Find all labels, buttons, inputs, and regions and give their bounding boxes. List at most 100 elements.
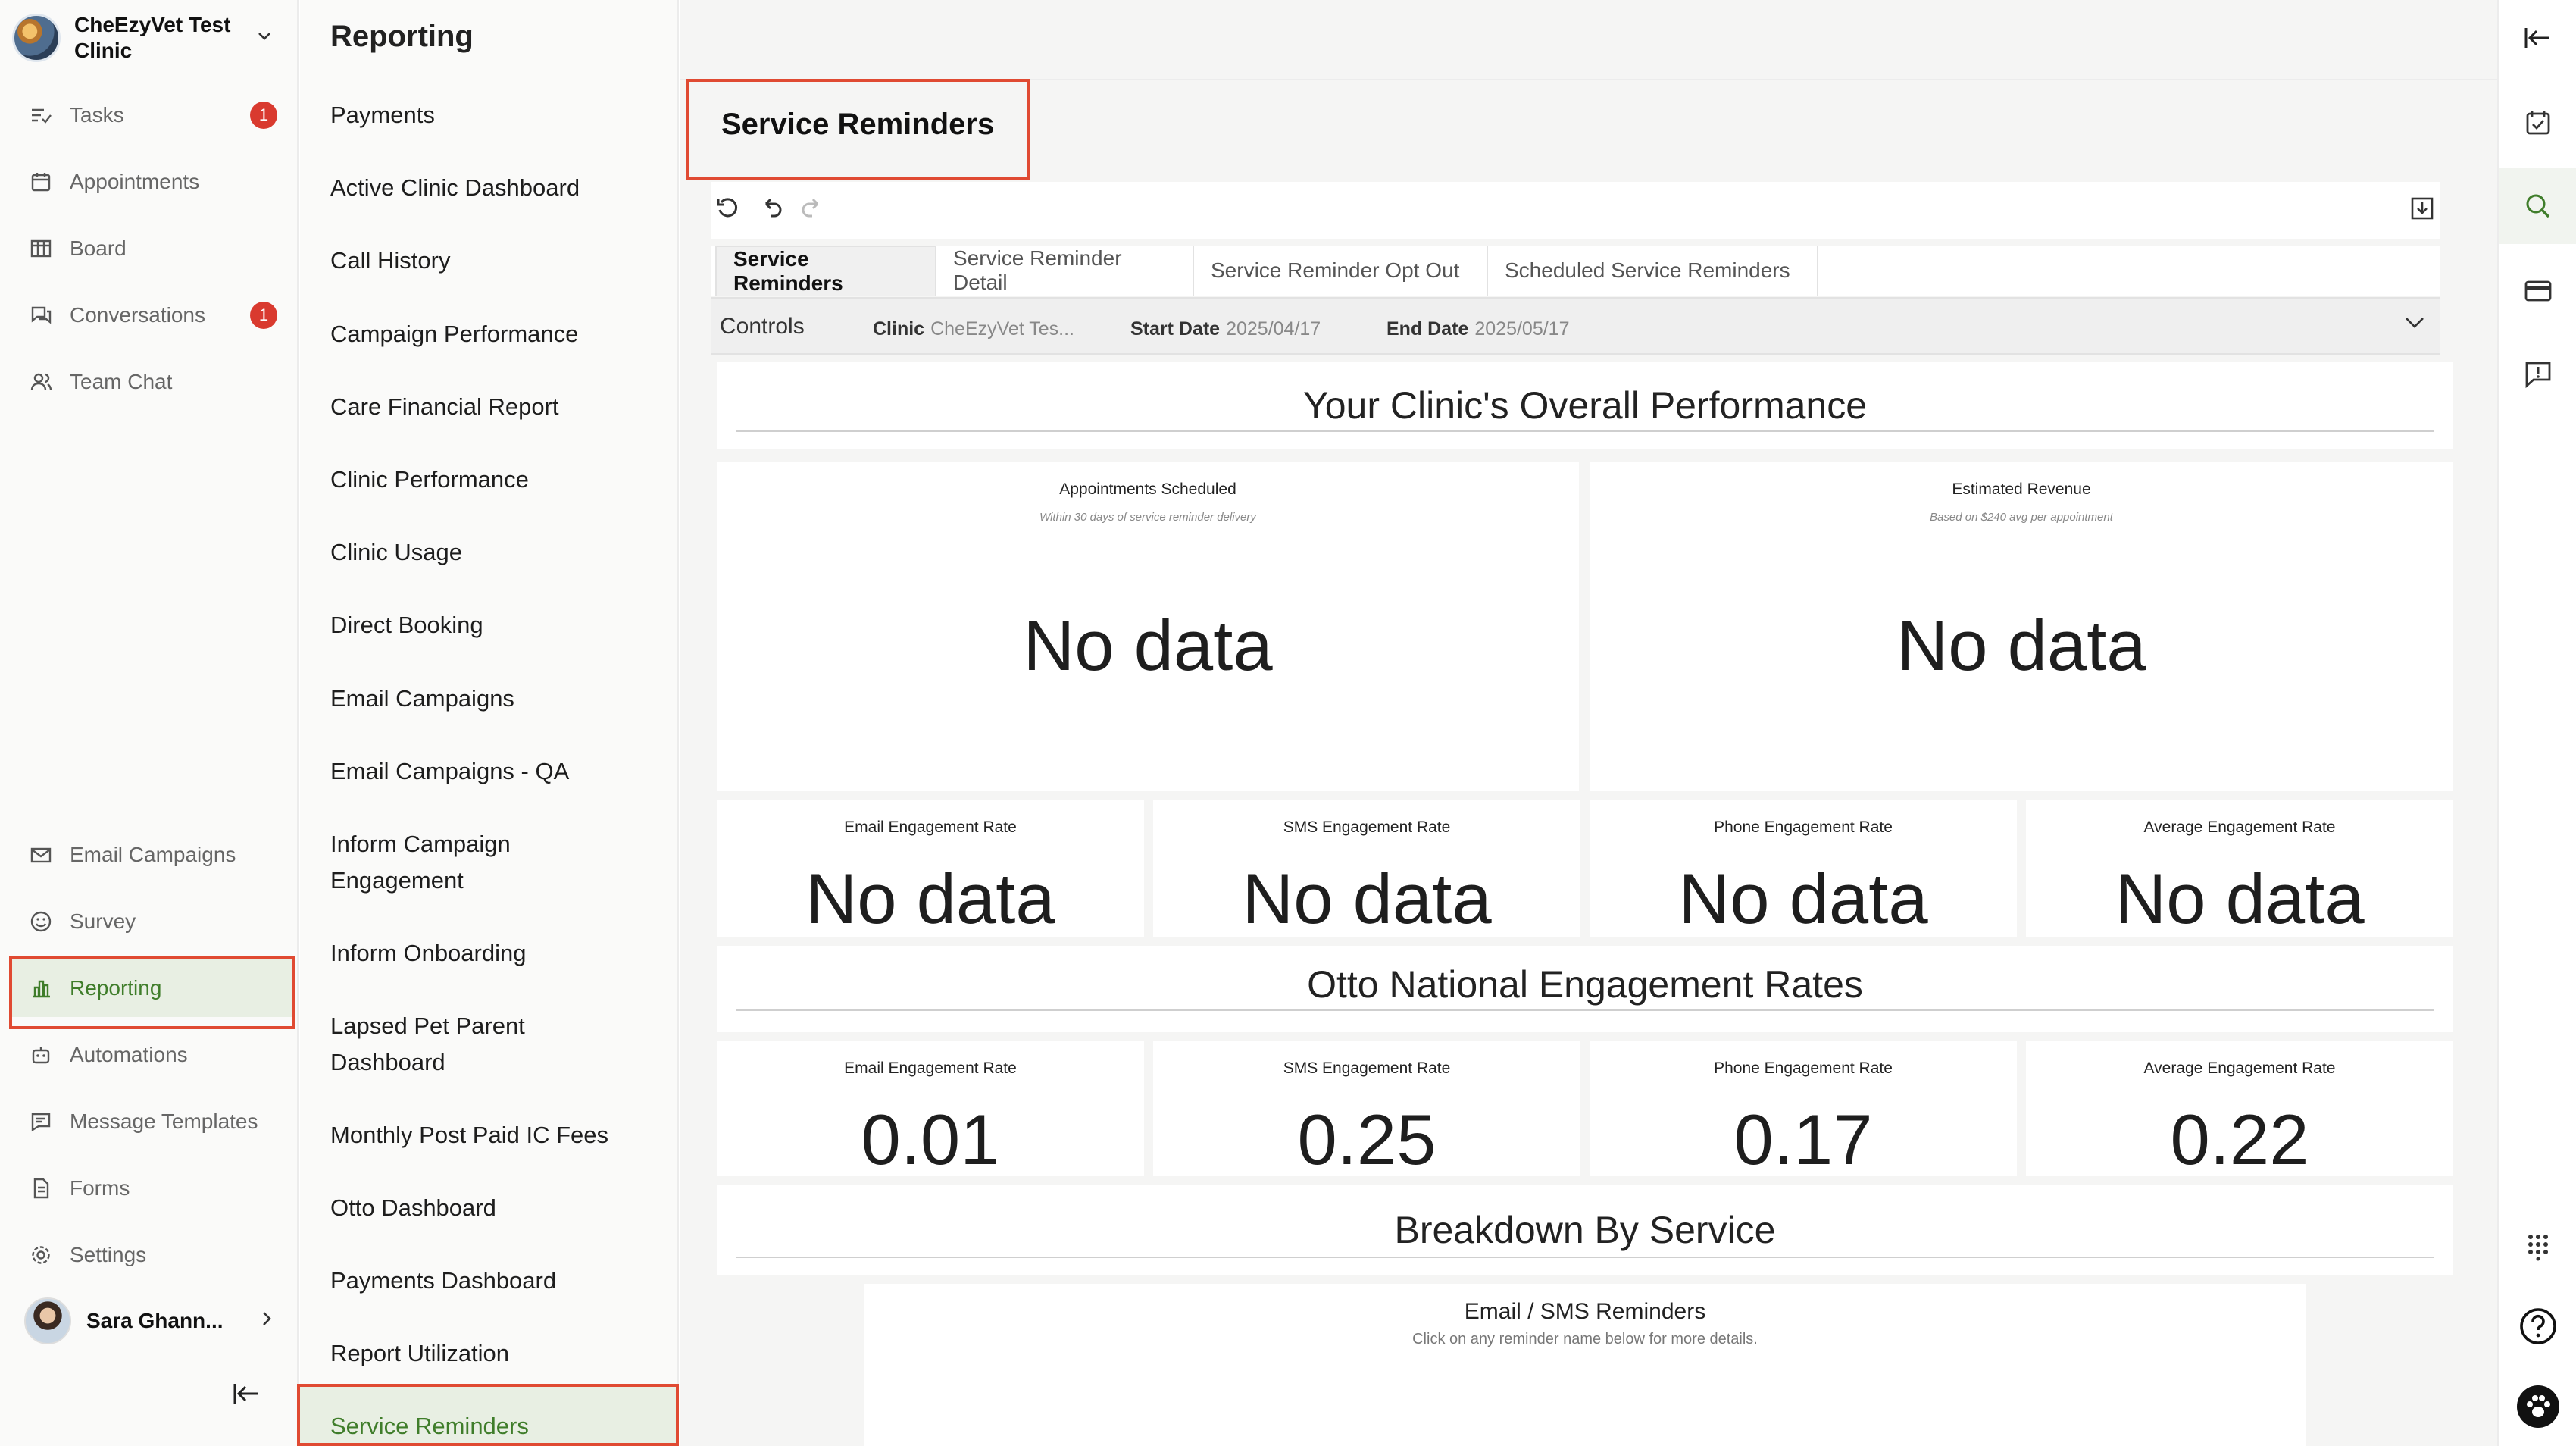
email-sms-reminders-card: Email / SMS Reminders Click on any remin… bbox=[864, 1284, 2306, 1446]
card-label: Average Engagement Rate bbox=[2143, 1059, 2336, 1077]
end-date-filter[interactable]: End Date 2025/05/17 bbox=[1386, 318, 1569, 340]
title-highlight-box bbox=[686, 79, 1030, 180]
divider bbox=[736, 1009, 2434, 1011]
card-title: Email / SMS Reminders bbox=[1464, 1299, 1706, 1324]
report-tabs: Service Reminders Service Reminder Detai… bbox=[711, 246, 2440, 296]
refresh-icon[interactable] bbox=[715, 196, 741, 228]
nav-item-team-chat[interactable]: Team Chat bbox=[12, 353, 292, 411]
report-item[interactable]: Inform Onboarding bbox=[330, 935, 664, 972]
chevron-down-icon[interactable] bbox=[2402, 309, 2428, 342]
filter-label: Start Date bbox=[1130, 318, 1221, 340]
overall-performance-section: Your Clinic's Overall Performance bbox=[717, 362, 2453, 449]
tab-service-reminders[interactable]: Service Reminders bbox=[715, 246, 936, 296]
card-value: 0.17 bbox=[1733, 1100, 1873, 1179]
card-value: No data bbox=[1678, 859, 1928, 938]
card-label: SMS Engagement Rate bbox=[1283, 818, 1451, 836]
report-view: Service Reminders Service Reminders Serv… bbox=[680, 0, 2497, 1446]
report-item[interactable]: Monthly Post Paid IC Fees bbox=[330, 1117, 664, 1153]
mail-icon bbox=[26, 840, 56, 870]
clinic-email-rate-card: Email Engagement Rate No data bbox=[717, 800, 1144, 938]
nav-item-settings[interactable]: Settings bbox=[12, 1226, 292, 1284]
report-item[interactable]: Email Campaigns - QA bbox=[330, 753, 664, 790]
report-item[interactable]: Inform Campaign Engagement bbox=[330, 826, 558, 899]
nav-label: Forms bbox=[70, 1176, 130, 1200]
user-profile[interactable]: Sara Ghann... bbox=[24, 1296, 274, 1346]
user-name: Sara Ghann... bbox=[86, 1309, 224, 1332]
report-item[interactable]: Care Financial Report bbox=[330, 389, 664, 425]
report-item[interactable]: Campaign Performance bbox=[330, 316, 664, 352]
undo-icon[interactable] bbox=[758, 196, 783, 228]
dialpad-icon[interactable] bbox=[2499, 1208, 2576, 1284]
report-item[interactable]: Email Campaigns bbox=[330, 681, 664, 717]
card-label: Appointments Scheduled bbox=[1059, 480, 1236, 498]
report-item[interactable]: Active Clinic Dashboard bbox=[330, 170, 664, 206]
report-item[interactable]: Call History bbox=[330, 243, 664, 279]
estimated-revenue-card: Estimated Revenue Based on $240 avg per … bbox=[1590, 462, 2453, 791]
card-subtitle: Click on any reminder name below for mor… bbox=[1412, 1331, 1758, 1347]
nav-label: Appointments bbox=[70, 170, 200, 193]
nav-item-email-campaigns[interactable]: Email Campaigns bbox=[12, 826, 292, 884]
task-check-icon[interactable] bbox=[2499, 85, 2576, 161]
reports-panel: Reporting Payments Active Clinic Dashboa… bbox=[297, 0, 679, 1446]
redo-icon[interactable] bbox=[800, 196, 826, 228]
selected-report-highlight-box bbox=[297, 1384, 679, 1446]
feedback-icon[interactable] bbox=[2499, 336, 2576, 412]
document-icon bbox=[26, 1173, 56, 1203]
nav-label: Survey bbox=[70, 909, 136, 933]
controls-bar[interactable]: Controls Clinic CheEzyVet Tes... Start Da… bbox=[711, 297, 2440, 355]
card-value: 0.01 bbox=[861, 1100, 1000, 1179]
chat-icon bbox=[26, 300, 56, 330]
search-icon[interactable] bbox=[2499, 168, 2576, 244]
nav-item-conversations[interactable]: Conversations 1 bbox=[12, 286, 292, 344]
nav-item-tasks[interactable]: Tasks 1 bbox=[12, 86, 292, 144]
paw-icon[interactable] bbox=[2499, 1369, 2576, 1444]
tab-service-reminder-opt-out[interactable]: Service Reminder Opt Out bbox=[1194, 246, 1488, 296]
start-date-filter[interactable]: Start Date 2025/04/17 bbox=[1130, 318, 1321, 340]
nav-item-appointments[interactable]: Appointments bbox=[12, 153, 292, 211]
nav-item-forms[interactable]: Forms bbox=[12, 1160, 292, 1217]
payment-card-icon[interactable] bbox=[2499, 253, 2576, 329]
chevron-right-icon bbox=[259, 1308, 274, 1334]
section-title: Otto National Engagement Rates bbox=[1307, 963, 1863, 1006]
card-value: No data bbox=[805, 859, 1055, 938]
report-item[interactable]: Clinic Performance bbox=[330, 462, 664, 498]
controls-label: Controls bbox=[720, 314, 805, 339]
nav-item-board[interactable]: Board bbox=[12, 220, 292, 277]
card-value: No data bbox=[1242, 859, 1492, 938]
report-item[interactable]: Report Utilization bbox=[330, 1335, 664, 1372]
card-value: No data bbox=[1896, 606, 2146, 685]
tab-scheduled-service-reminders[interactable]: Scheduled Service Reminders bbox=[1488, 246, 1818, 296]
help-icon[interactable] bbox=[2499, 1288, 2576, 1364]
national-rates-section: Otto National Engagement Rates bbox=[717, 946, 2453, 1032]
filter-label: Clinic bbox=[873, 318, 925, 340]
nav-label: Settings bbox=[70, 1243, 147, 1266]
card-label: SMS Engagement Rate bbox=[1283, 1059, 1451, 1077]
report-item[interactable]: Payments bbox=[330, 97, 664, 133]
report-item[interactable]: Clinic Usage bbox=[330, 534, 664, 571]
card-subtitle: Based on $240 avg per appointment bbox=[1930, 511, 2113, 524]
nav-item-automations[interactable]: Automations bbox=[12, 1026, 292, 1084]
card-label: Estimated Revenue bbox=[1952, 480, 2091, 498]
collapse-right-icon[interactable] bbox=[2499, 0, 2576, 76]
report-item[interactable]: Otto Dashboard bbox=[330, 1190, 664, 1226]
nav-label: Tasks bbox=[70, 103, 124, 127]
collapse-sidebar-icon[interactable] bbox=[232, 1381, 262, 1413]
reporting-highlight-box bbox=[9, 956, 295, 1029]
clinic-name: CheEzyVet Test Clinic bbox=[74, 13, 231, 62]
report-item[interactable]: Payments Dashboard bbox=[330, 1263, 664, 1299]
report-item[interactable]: Lapsed Pet Parent Dashboard bbox=[330, 1008, 558, 1081]
section-title: Your Clinic's Overall Performance bbox=[1302, 384, 1868, 427]
tab-service-reminder-detail[interactable]: Service Reminder Detail bbox=[936, 246, 1194, 296]
card-label: Email Engagement Rate bbox=[844, 1059, 1017, 1077]
tasks-badge: 1 bbox=[250, 102, 277, 129]
report-item[interactable]: Direct Booking bbox=[330, 607, 664, 643]
clinic-switcher[interactable]: CheEzyVet Test Clinic bbox=[12, 12, 285, 64]
clinic-filter[interactable]: Clinic CheEzyVet Tes... bbox=[873, 318, 1074, 340]
nav-item-message-templates[interactable]: Message Templates bbox=[12, 1093, 292, 1150]
nav-item-survey[interactable]: Survey bbox=[12, 893, 292, 950]
team-icon bbox=[26, 367, 56, 397]
right-rail bbox=[2497, 0, 2576, 1446]
download-icon[interactable] bbox=[2409, 196, 2435, 228]
chevron-down-icon[interactable] bbox=[256, 26, 273, 49]
nav-label: Conversations bbox=[70, 303, 205, 327]
